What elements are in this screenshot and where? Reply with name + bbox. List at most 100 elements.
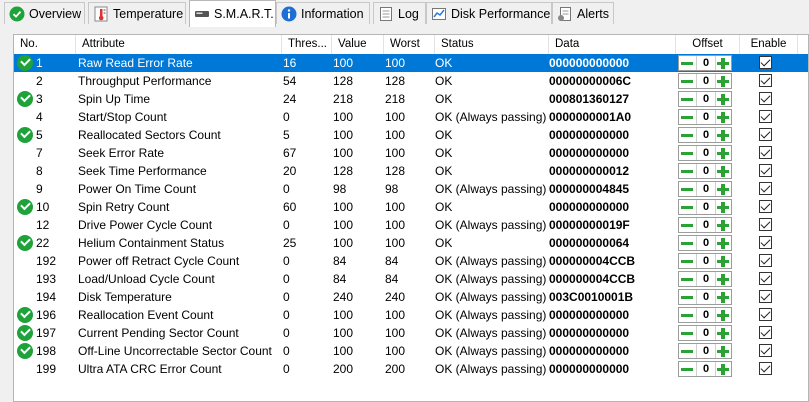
offset-value[interactable]: 0 (696, 272, 716, 286)
enable-checkbox[interactable] (759, 182, 772, 195)
table-row[interactable]: 199 Ultra ATA CRC Error Count 0 200 200 OK (A… (14, 360, 808, 378)
offset-value[interactable]: 0 (696, 290, 716, 304)
table-row[interactable]: 12 Drive Power Cycle Count 0 100 100 OK (Alwa… (14, 216, 808, 234)
offset-value[interactable]: 0 (696, 344, 716, 358)
enable-checkbox[interactable] (759, 56, 772, 69)
table-row[interactable]: 10 Spin Retry Count 60 100 100 OK 000000000000… (14, 198, 808, 216)
enable-checkbox[interactable] (759, 164, 772, 177)
column-header-enable[interactable]: Enable (740, 35, 798, 54)
minus-icon[interactable] (681, 188, 693, 191)
enable-checkbox[interactable] (759, 362, 772, 375)
offset-value[interactable]: 0 (696, 254, 716, 268)
plus-icon-stem[interactable] (721, 184, 725, 195)
plus-icon-stem[interactable] (721, 58, 725, 69)
tab-alerts[interactable]: Alerts (552, 2, 614, 24)
tab-information[interactable]: Information (276, 2, 370, 24)
offset-value[interactable]: 0 (696, 56, 716, 70)
minus-icon[interactable] (681, 368, 693, 371)
minus-icon[interactable] (681, 62, 693, 65)
table-row[interactable]: 22 Helium Containment Status 25 100 100 OK 000… (14, 234, 808, 252)
column-header-no[interactable]: No. (14, 35, 76, 54)
table-row[interactable]: 197 Current Pending Sector Count 0 100 100 OK… (14, 324, 808, 342)
offset-value[interactable]: 0 (696, 182, 716, 196)
enable-checkbox[interactable] (759, 344, 772, 357)
plus-icon-stem[interactable] (721, 112, 725, 123)
enable-checkbox[interactable] (759, 128, 772, 141)
enable-checkbox[interactable] (759, 218, 772, 231)
enable-checkbox[interactable] (759, 146, 772, 159)
minus-icon[interactable] (681, 116, 693, 119)
tab-temperature[interactable]: Temperature (88, 2, 186, 24)
plus-icon-stem[interactable] (721, 328, 725, 339)
minus-icon[interactable] (681, 332, 693, 335)
plus-icon-stem[interactable] (721, 310, 725, 321)
offset-value[interactable]: 0 (696, 164, 716, 178)
plus-icon-stem[interactable] (721, 76, 725, 87)
minus-icon[interactable] (681, 296, 693, 299)
table-row[interactable]: 5 Reallocated Sectors Count 5 100 100 OK 00000… (14, 126, 808, 144)
enable-checkbox[interactable] (759, 308, 772, 321)
offset-value[interactable]: 0 (696, 92, 716, 106)
table-row[interactable]: 7 Seek Error Rate 67 100 100 OK 000000000000 0 (14, 144, 808, 162)
enable-checkbox[interactable] (759, 326, 772, 339)
enable-checkbox[interactable] (759, 236, 772, 249)
table-row[interactable]: 193 Load/Unload Cycle Count 0 84 84 OK (Alway… (14, 270, 808, 288)
offset-value[interactable]: 0 (696, 200, 716, 214)
plus-icon-stem[interactable] (721, 346, 725, 357)
plus-icon-stem[interactable] (721, 166, 725, 177)
enable-checkbox[interactable] (759, 110, 772, 123)
enable-checkbox[interactable] (759, 200, 772, 213)
column-header-worst[interactable]: Worst (384, 35, 435, 54)
column-header-offset[interactable]: Offset (676, 35, 740, 54)
minus-icon[interactable] (681, 242, 693, 245)
offset-value[interactable]: 0 (696, 110, 716, 124)
offset-value[interactable]: 0 (696, 308, 716, 322)
table-row[interactable]: 192 Power off Retract Cycle Count 0 84 84 OK … (14, 252, 808, 270)
enable-checkbox[interactable] (759, 272, 772, 285)
tab-log[interactable]: Log (373, 2, 426, 24)
enable-checkbox[interactable] (759, 74, 772, 87)
minus-icon[interactable] (681, 224, 693, 227)
minus-icon[interactable] (681, 206, 693, 209)
minus-icon[interactable] (681, 314, 693, 317)
table-row[interactable]: 196 Reallocation Event Count 0 100 100 OK (Al… (14, 306, 808, 324)
table-row[interactable]: 2 Throughput Performance 54 128 128 OK 0000000… (14, 72, 808, 90)
plus-icon-stem[interactable] (721, 364, 725, 375)
minus-icon[interactable] (681, 152, 693, 155)
offset-value[interactable]: 0 (696, 326, 716, 340)
plus-icon-stem[interactable] (721, 238, 725, 249)
plus-icon-stem[interactable] (721, 256, 725, 267)
table-row[interactable]: 3 Spin Up Time 24 218 218 OK 000801360127 0 (14, 90, 808, 108)
plus-icon-stem[interactable] (721, 130, 725, 141)
table-row[interactable]: 4 Start/Stop Count 0 100 100 OK (Always passi… (14, 108, 808, 126)
minus-icon[interactable] (681, 134, 693, 137)
offset-value[interactable]: 0 (696, 362, 716, 376)
offset-value[interactable]: 0 (696, 146, 716, 160)
table-row[interactable]: 9 Power On Time Count 0 98 98 OK (Always pass… (14, 180, 808, 198)
minus-icon[interactable] (681, 80, 693, 83)
offset-value[interactable]: 0 (696, 236, 716, 250)
table-row[interactable]: 8 Seek Time Performance 20 128 128 OK 00000000… (14, 162, 808, 180)
offset-value[interactable]: 0 (696, 74, 716, 88)
table-row[interactable]: 198 Off-Line Uncorrectable Sector Count 0 1… (14, 342, 808, 360)
enable-checkbox[interactable] (759, 92, 772, 105)
plus-icon-stem[interactable] (721, 274, 725, 285)
plus-icon-stem[interactable] (721, 148, 725, 159)
column-header-status[interactable]: Status (435, 35, 549, 54)
offset-value[interactable]: 0 (696, 218, 716, 232)
enable-checkbox[interactable] (759, 290, 772, 303)
minus-icon[interactable] (681, 350, 693, 353)
plus-icon-stem[interactable] (721, 202, 725, 213)
minus-icon[interactable] (681, 278, 693, 281)
enable-checkbox[interactable] (759, 254, 772, 267)
tab-smart[interactable]: S.M.A.R.T. (189, 0, 276, 27)
plus-icon-stem[interactable] (721, 220, 725, 231)
plus-icon-stem[interactable] (721, 292, 725, 303)
column-header-attribute[interactable]: Attribute (76, 35, 282, 54)
table-row[interactable]: 194 Disk Temperature 0 240 240 OK (Always pas… (14, 288, 808, 306)
table-row[interactable]: 1 Raw Read Error Rate 16 100 100 OK 0000000000… (14, 54, 808, 72)
plus-icon-stem[interactable] (721, 94, 725, 105)
tab-disk-performance[interactable]: Disk Performance (426, 2, 552, 24)
column-header-value[interactable]: Value (332, 35, 384, 54)
column-header-data[interactable]: Data (549, 35, 676, 54)
